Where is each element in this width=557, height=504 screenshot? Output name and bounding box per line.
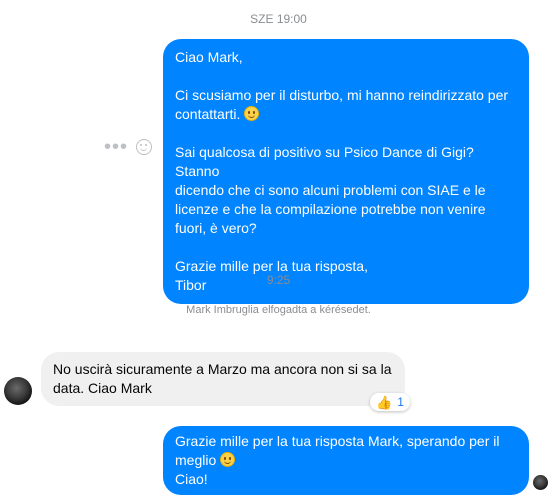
message-text: Ciao!: [175, 471, 208, 487]
message-text: Sai qualcosa di positivo su Psico Dance …: [175, 144, 474, 179]
message-text-line: meglio: [175, 451, 517, 470]
outgoing-message-bubble[interactable]: Grazie mille per la tua risposta Mark, s…: [163, 426, 529, 495]
message-text: meglio: [175, 452, 217, 468]
reaction-count: 1: [397, 395, 404, 409]
message-text: Grazie mille per la tua risposta Mark, s…: [175, 433, 500, 449]
avatar[interactable]: [4, 377, 32, 405]
incoming-message-bubble[interactable]: No uscirà sicuramente a Marzo ma ancora …: [41, 352, 405, 406]
message-text: dicendo che ci sono alcuni problemi con …: [175, 182, 486, 198]
message-text: No uscirà sicuramente a Marzo ma ancora …: [53, 361, 392, 377]
message-text: data. Ciao Mark: [53, 380, 152, 396]
message-text: licenze e che la compilazione potrebbe n…: [175, 201, 486, 217]
timestamp-separator: 9:25: [266, 273, 291, 287]
message-text-line: contattarti.: [175, 105, 517, 124]
system-message: Mark Imbruglia elfogadta a kérésedet.: [186, 304, 371, 316]
slightly-smiling-face-icon: [244, 106, 260, 121]
message-greeting: Ciao Mark,: [175, 49, 243, 65]
message-text: fuori, è vero?: [175, 220, 257, 236]
message-actions: •••: [104, 137, 153, 157]
more-dots-icon[interactable]: •••: [104, 137, 128, 157]
thumbs-up-icon: 👍: [376, 394, 393, 410]
timestamp-header: SZE 19:00: [250, 12, 307, 26]
read-receipt-avatar: [533, 475, 548, 490]
reaction-badge[interactable]: 👍 1: [370, 393, 410, 411]
outgoing-message-bubble[interactable]: Ciao Mark, Ci scusiamo per il disturbo, …: [163, 39, 529, 304]
message-text: contattarti.: [175, 106, 241, 122]
react-smiley-icon[interactable]: [136, 139, 153, 155]
smiling-face-icon: [220, 452, 236, 467]
message-text: Ci scusiamo per il disturbo, mi hanno re…: [175, 87, 509, 103]
